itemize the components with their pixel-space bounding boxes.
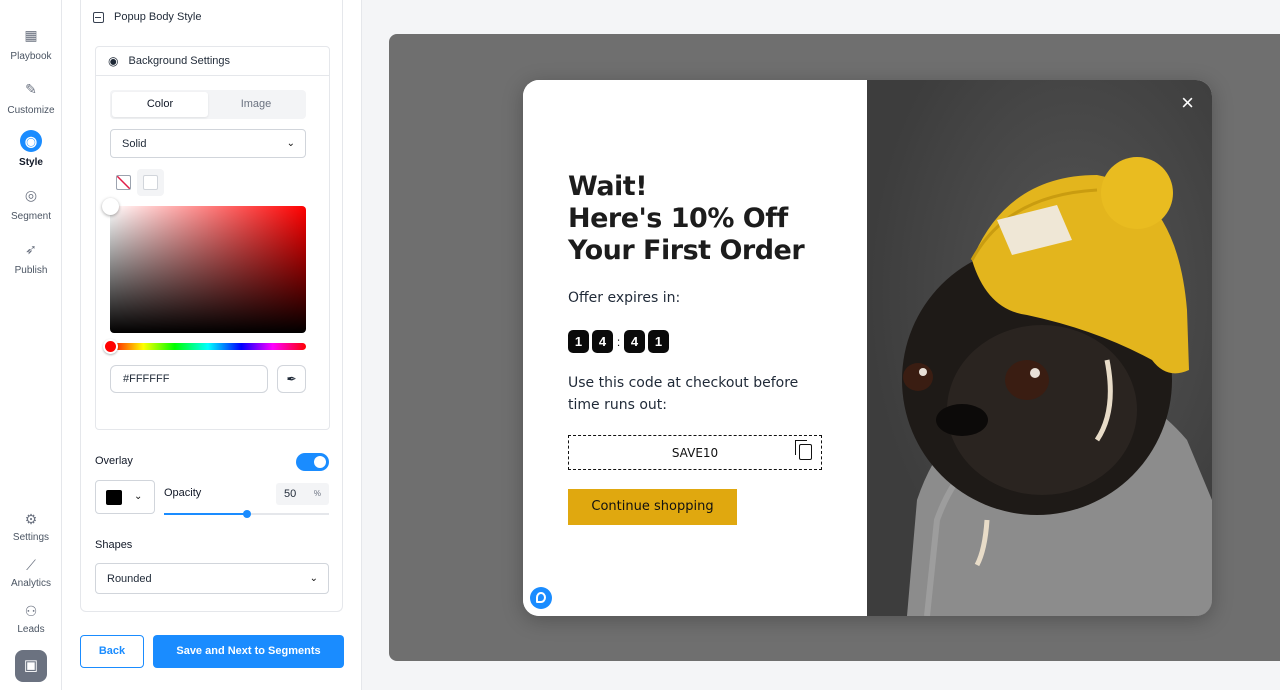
pug-eye-right — [1005, 360, 1049, 400]
pug-nose — [936, 404, 988, 436]
background-settings-header: ◉ Background Settings — [96, 47, 329, 76]
continue-shopping-button[interactable]: Continue shopping — [568, 489, 737, 525]
overlay-label: Overlay — [95, 455, 133, 467]
nav-item-publish[interactable]: ➶ Publish — [0, 238, 62, 276]
chevron-down-icon: ⌄ — [134, 491, 143, 502]
overlay-toggle[interactable] — [296, 453, 329, 471]
nav-item-label: Publish — [14, 265, 48, 276]
coupon-instructions: Use this code at checkout before time ru… — [568, 375, 799, 413]
hue-handle[interactable] — [103, 339, 118, 354]
popup-headline: Wait! Here's 10% Off Your First Order — [568, 171, 805, 267]
shapes-value: Rounded — [107, 572, 152, 585]
background-settings-box: ◉ Background Settings Color Image Solid … — [95, 46, 330, 430]
nav-item-label: Style — [19, 157, 43, 168]
headline-line-2: Here's 10% Off — [568, 203, 788, 234]
hue-slider[interactable] — [103, 339, 306, 354]
shapes-label: Shapes — [95, 539, 133, 551]
chevron-down-icon: ⌄ — [309, 573, 318, 584]
back-button[interactable]: Back — [80, 635, 144, 668]
opacity-unit: % — [313, 489, 321, 498]
eyedropper-icon[interactable]: ✒ — [277, 365, 306, 393]
nav-item-analytics[interactable]: ⟋ Analytics — [0, 554, 62, 589]
nav-item-label: Segment — [10, 211, 52, 222]
opacity-slider-knob[interactable] — [242, 510, 251, 518]
timer-separator: : — [616, 334, 621, 349]
opacity-slider[interactable] — [164, 510, 329, 518]
pug-eye-left — [903, 363, 933, 391]
tab-color[interactable]: Color — [112, 92, 208, 117]
coupon-code: SAVE10 — [671, 445, 719, 460]
opacity-label: Opacity — [164, 487, 202, 499]
briefcase-icon[interactable]: ▣ — [15, 650, 47, 682]
nav-item-playbook[interactable]: ▦ Playbook — [0, 24, 62, 62]
saturation-picker[interactable] — [102, 198, 306, 333]
timer-digit: 1 — [568, 330, 589, 353]
headline-line-3: Your First Order — [568, 235, 805, 266]
chat-bubble-icon[interactable] — [530, 587, 552, 609]
copy-icon[interactable] — [795, 440, 812, 460]
image-icon — [93, 11, 104, 23]
overlay-color-swatch — [106, 490, 122, 505]
no-color-swatch[interactable] — [116, 175, 131, 190]
timer-digit: 1 — [648, 330, 669, 353]
popup-dog-photo: × — [867, 80, 1212, 616]
popup-body-style-card: Popup Body Style ◉ Background Settings C… — [80, 0, 343, 612]
popup-content: Wait! Here's 10% Off Your First Order Of… — [523, 80, 867, 616]
nav-item-label: Settings — [12, 532, 50, 543]
nav-item-label: Customize — [7, 105, 55, 116]
popup-preview: Wait! Here's 10% Off Your First Order Of… — [523, 80, 1212, 616]
tab-image[interactable]: Image — [208, 92, 304, 117]
eye-highlight — [1030, 368, 1040, 378]
chart-line-icon: ⟋ — [26, 557, 36, 573]
expires-label: Offer expires in: — [568, 290, 681, 306]
overlay-color-dropdown[interactable]: ⌄ — [95, 480, 155, 514]
background-type-tabs: Color Image — [110, 90, 306, 119]
coupon-code-box[interactable]: SAVE10 — [568, 435, 822, 470]
nav-item-label: Analytics — [10, 578, 51, 589]
countdown-timer: 1 4 : 4 1 — [568, 330, 669, 353]
eye-highlight — [919, 368, 927, 376]
shapes-select[interactable]: Rounded ⌄ — [95, 563, 329, 594]
saturation-handle[interactable] — [102, 198, 119, 215]
timer-digit: 4 — [592, 330, 613, 353]
nav-item-leads[interactable]: ⚇ Leads — [0, 600, 62, 635]
save-next-button[interactable]: Save and Next to Segments — [153, 635, 344, 668]
timer-digit: 4 — [624, 330, 645, 353]
nav-item-customize[interactable]: ✎ Customize — [0, 78, 62, 116]
opacity-input[interactable]: 50 % — [276, 483, 329, 505]
nav-item-label: Playbook — [10, 51, 52, 62]
close-icon[interactable]: × — [1181, 92, 1194, 114]
nav-item-settings[interactable]: ⚙ Settings — [0, 508, 62, 543]
users-icon: ⚇ — [24, 603, 38, 619]
hex-color-input[interactable]: #FFFFFF — [110, 365, 268, 393]
chevron-down-icon: ⌄ — [286, 138, 295, 149]
opacity-slider-fill — [164, 513, 247, 515]
pencil-icon: ✎ — [25, 81, 37, 97]
section-title-label: Popup Body Style — [114, 11, 202, 23]
hat-pompom — [1101, 157, 1173, 229]
target-icon: ◎ — [24, 187, 38, 203]
headline-line-1: Wait! — [568, 171, 648, 202]
palette-icon: ◉ — [108, 54, 119, 68]
grid-icon: ▦ — [24, 27, 38, 43]
rocket-icon: ➶ — [25, 241, 37, 257]
pug-illustration — [902, 157, 1212, 616]
fill-type-value: Solid — [122, 137, 147, 150]
nav-item-label: Leads — [17, 624, 45, 635]
style-settings-panel: Popup Body Style ◉ Background Settings C… — [62, 0, 362, 690]
white-swatch — [143, 175, 158, 190]
white-swatch-selected[interactable] — [137, 169, 164, 196]
gear-icon: ⚙ — [24, 511, 38, 527]
left-nav-rail: ▦ Playbook ✎ Customize ◉ Style ◎ Segment… — [0, 0, 62, 690]
section-title: Popup Body Style — [93, 11, 201, 23]
palette-icon: ◉ — [20, 130, 42, 152]
fill-type-select[interactable]: Solid ⌄ — [110, 129, 306, 158]
nav-item-segment[interactable]: ◎ Segment — [0, 184, 62, 222]
background-settings-title: Background Settings — [128, 55, 230, 67]
nav-item-style[interactable]: ◉ Style — [0, 130, 62, 168]
opacity-value: 50 — [284, 488, 297, 500]
